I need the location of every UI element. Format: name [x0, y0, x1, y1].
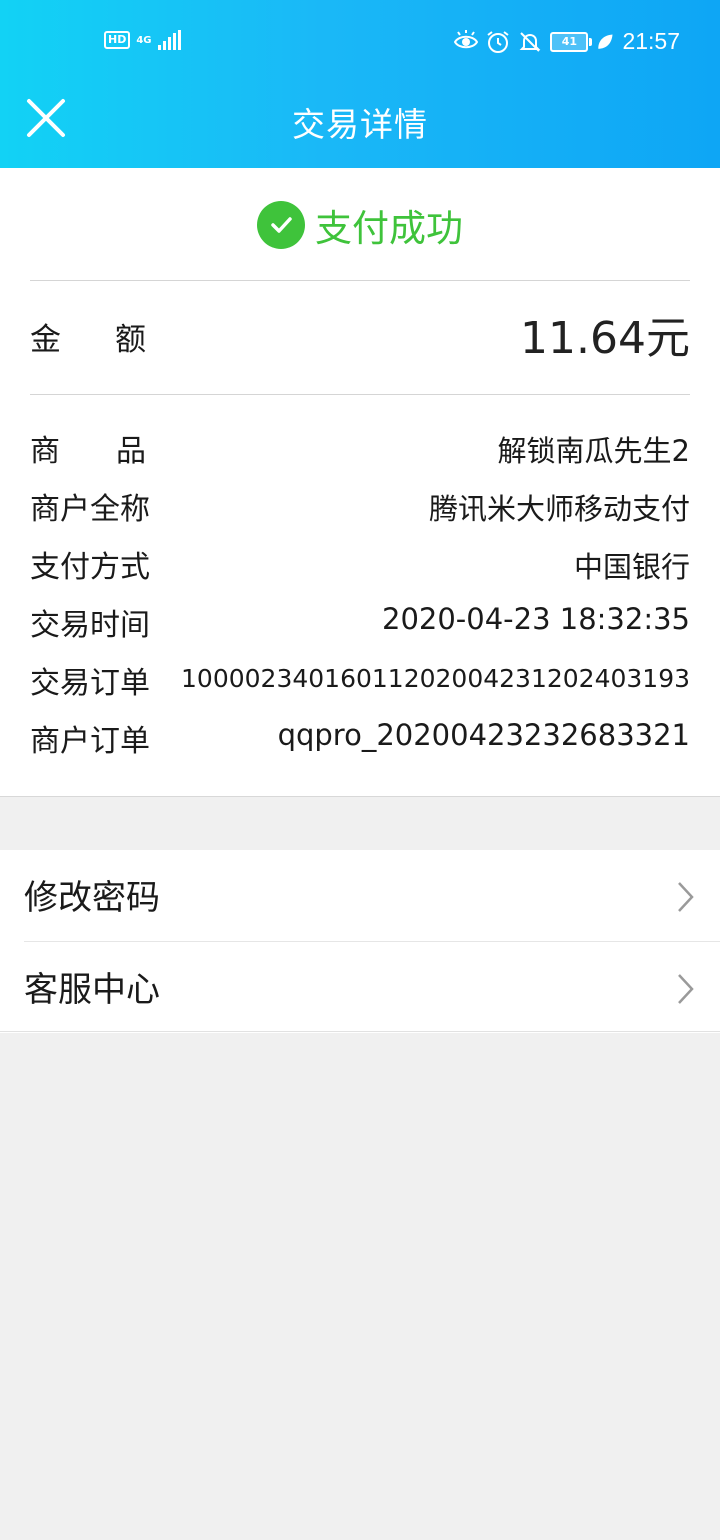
detail-row-payment-method: 支付方式 中国银行 — [30, 536, 690, 594]
amount-row: 金额 11.64元 — [30, 298, 690, 368]
success-check-icon — [257, 201, 305, 249]
detail-label: 交易订单 — [30, 666, 150, 701]
page-title: 交易详情 — [292, 105, 428, 144]
amount-value: 11.64元 — [520, 313, 690, 364]
detail-value: 10000234016011202004231202403193 — [181, 664, 690, 693]
detail-value: 2020-04-23 18:32:35 — [382, 602, 690, 636]
eye-icon — [454, 29, 479, 48]
signal-icon — [157, 30, 181, 50]
chevron-right-icon — [678, 974, 694, 1004]
detail-label: 商户全称 — [30, 492, 150, 527]
battery-icon: 41 — [550, 31, 593, 52]
app-header: HD 4G 41 21:57 交易详情 — [0, 0, 720, 168]
detail-row-merchant-order: 商户订单 qqpro_20200423232683321 — [30, 710, 690, 768]
status-right: 41 21:57 — [454, 28, 680, 55]
hd-badge: HD — [104, 31, 131, 49]
detail-label: 商户订单 — [30, 724, 150, 759]
status-bar: HD 4G 41 21:57 — [0, 0, 720, 84]
menu-item-label: 修改密码 — [24, 878, 160, 918]
detail-label: 商品 — [30, 434, 202, 469]
network-type: 4G — [136, 34, 152, 46]
detail-row-time: 交易时间 2020-04-23 18:32:35 — [30, 594, 690, 652]
amount-label: 金额 — [30, 322, 200, 358]
divider — [30, 394, 690, 395]
detail-row-transaction-order: 交易订单 10000234016011202004231202403193 — [30, 652, 690, 710]
customer-service-item[interactable]: 客服中心 — [24, 941, 720, 1033]
payment-detail-card: 支付成功 金额 11.64元 商品 解锁南瓜先生2 商户全称 腾讯米大师移动支付… — [0, 168, 720, 796]
divider — [30, 280, 690, 281]
alarm-icon — [487, 30, 510, 53]
status-left: HD 4G — [104, 30, 181, 50]
detail-row-product: 商品 解锁南瓜先生2 — [30, 420, 690, 478]
detail-value: 解锁南瓜先生2 — [497, 434, 690, 468]
mute-bell-icon — [520, 31, 541, 52]
change-password-item[interactable]: 修改密码 — [0, 850, 720, 941]
chevron-right-icon — [678, 882, 694, 912]
detail-label: 支付方式 — [30, 550, 150, 585]
divider — [0, 1031, 720, 1032]
detail-value: 中国银行 — [573, 550, 690, 584]
detail-label: 交易时间 — [30, 608, 150, 643]
menu-item-label: 客服中心 — [24, 970, 160, 1010]
detail-list: 商品 解锁南瓜先生2 商户全称 腾讯米大师移动支付 支付方式 中国银行 交易时间… — [30, 420, 690, 768]
leaf-icon — [598, 34, 613, 49]
divider — [0, 796, 720, 797]
payment-status: 支付成功 — [0, 198, 720, 252]
payment-status-text: 支付成功 — [315, 207, 463, 250]
detail-row-merchant: 商户全称 腾讯米大师移动支付 — [30, 478, 690, 536]
clock-time: 21:57 — [622, 28, 680, 54]
action-menu: 修改密码 客服中心 — [0, 850, 720, 1033]
detail-value: qqpro_20200423232683321 — [277, 718, 690, 752]
detail-value: 腾讯米大师移动支付 — [428, 492, 690, 526]
